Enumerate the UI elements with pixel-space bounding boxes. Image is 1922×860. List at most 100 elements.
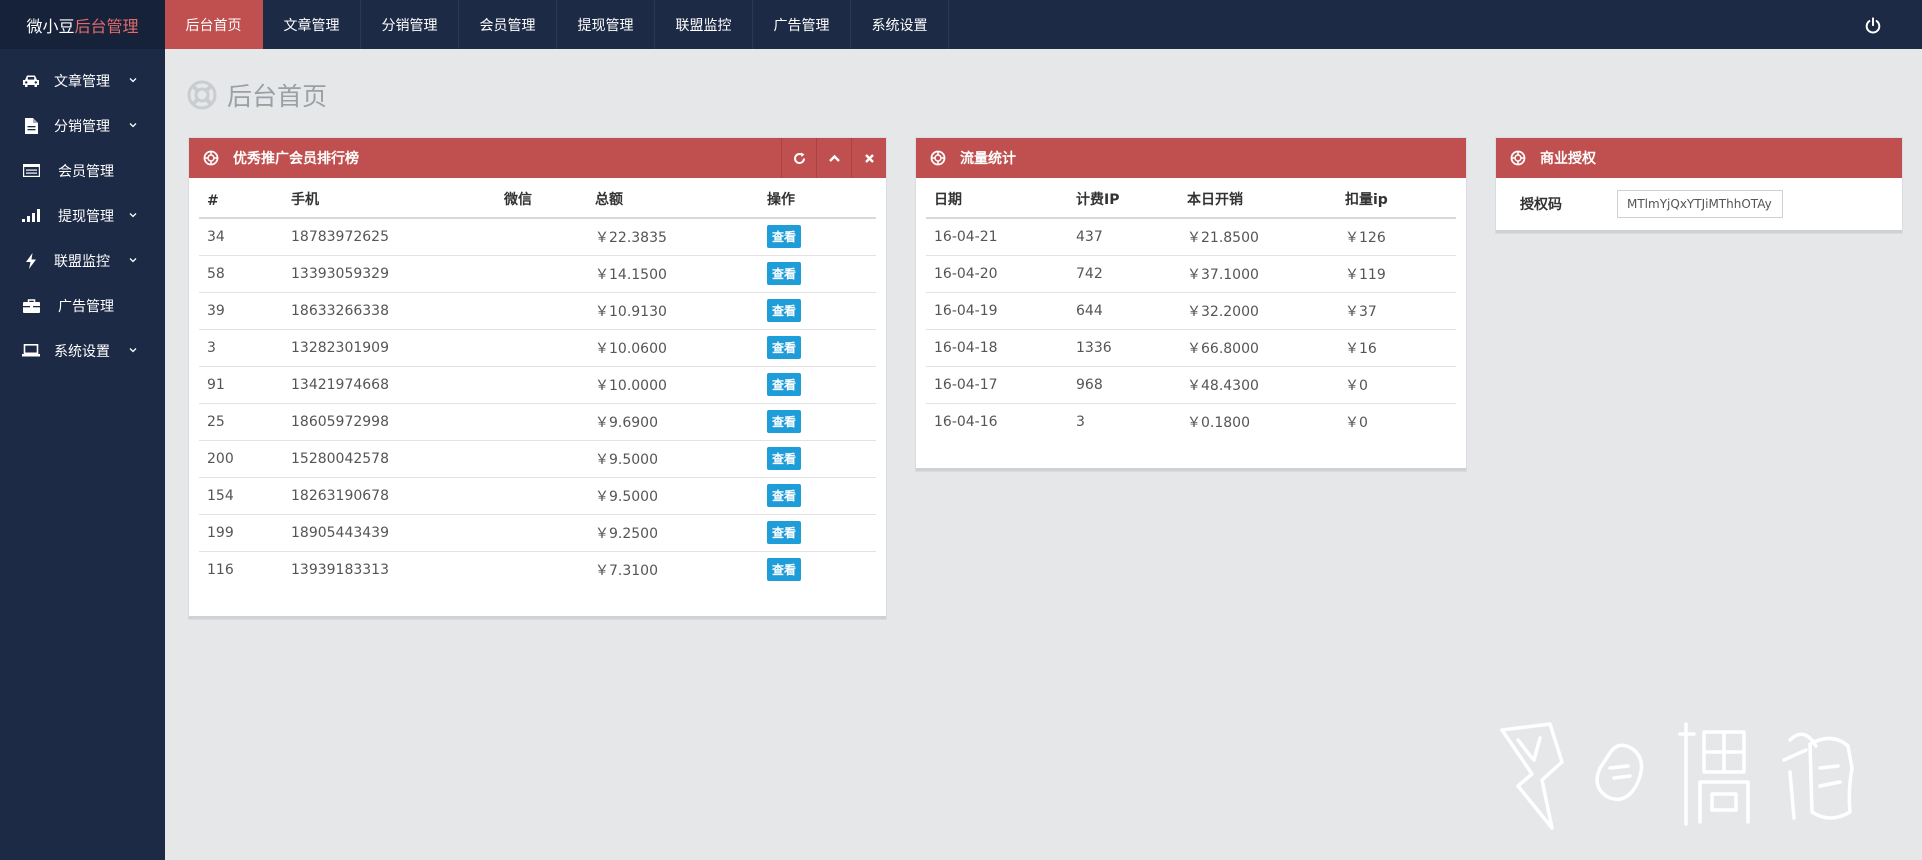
view-button[interactable]: 查看	[767, 447, 802, 470]
cell-phone: 15280042578	[283, 440, 504, 478]
lifebuoy-icon	[930, 150, 946, 166]
sidebar-item-members[interactable]: 会员管理	[0, 148, 165, 193]
topnav-label: 联盟监控	[675, 17, 732, 34]
ranking-panel: 优秀推广会员排行榜 # 手机 微信 总额 操作 34 18783972625 ￥…	[189, 138, 886, 619]
topnav-home[interactable]: 后台首页	[165, 0, 263, 49]
sidebar-item-settings[interactable]: 系统设置	[0, 328, 165, 373]
sidebar-item-alliance[interactable]: 联盟监控	[0, 238, 165, 283]
sidebar-item-label: 系统设置	[54, 343, 110, 360]
bolt-icon	[22, 252, 40, 269]
cell-total: ￥9.5000	[595, 477, 767, 515]
sidebar-item-withdraw[interactable]: 提现管理	[0, 193, 165, 238]
cell-action: 查看	[767, 218, 876, 256]
collapse-button[interactable]	[816, 138, 851, 178]
refresh-icon	[793, 152, 805, 164]
view-button[interactable]: 查看	[767, 558, 802, 582]
brand-logo[interactable]: 微小豆 后台管理	[0, 0, 165, 49]
watermark-logo	[1500, 722, 1854, 830]
power-icon[interactable]	[1864, 17, 1882, 35]
cell-cost: ￥0.1800	[1187, 414, 1250, 431]
topnav-members[interactable]: 会员管理	[459, 0, 557, 49]
topnav-articles[interactable]: 文章管理	[263, 0, 361, 49]
cell-wechat	[504, 255, 595, 293]
cell-id: 58	[199, 255, 283, 293]
close-button[interactable]	[851, 138, 886, 178]
cell-phone: 18633266338	[283, 292, 504, 330]
license-code-field[interactable]	[1617, 190, 1783, 218]
cell-total: ￥14.1500	[595, 255, 767, 293]
view-button[interactable]: 查看	[767, 484, 802, 507]
cell-cost: ￥32.2000	[1187, 292, 1345, 330]
cell-deduct: ￥0	[1345, 414, 1368, 431]
sidebar-item-distribution[interactable]: 分销管理	[0, 103, 165, 148]
view-button[interactable]: 查看	[767, 262, 802, 285]
cell-deduct: ￥0	[1345, 366, 1456, 404]
cell-cost: ￥66.8000	[1187, 329, 1345, 367]
table-row: 34 18783972625 ￥22.3835 查看	[199, 218, 876, 256]
cell-action: 查看	[767, 440, 876, 478]
cell-wechat	[504, 551, 595, 588]
panel-tools	[781, 138, 886, 178]
traffic-panel: 流量统计 日期 计费IP 本日开销 扣量ip 16-04-21 437 ￥21.85…	[916, 138, 1466, 471]
cell-wechat	[504, 403, 595, 441]
table-row: 199 18905443439 ￥9.2500 查看	[199, 514, 876, 552]
view-button[interactable]: 查看	[767, 336, 802, 359]
table-header-row: 日期 计费IP 本日开销 扣量ip	[926, 178, 1456, 219]
cell-id: 91	[199, 366, 283, 404]
cell-cost: ￥48.4300	[1187, 366, 1345, 404]
cell-total: ￥10.0000	[595, 366, 767, 404]
cell-total: ￥9.2500	[595, 514, 767, 552]
cell-id: 25	[199, 403, 283, 441]
table-row: 58 13393059329 ￥14.1500 查看	[199, 255, 876, 293]
sidebar-item-articles[interactable]: 文章管理	[0, 58, 165, 103]
cell-wechat	[504, 477, 595, 515]
refresh-button[interactable]	[781, 138, 816, 178]
view-button[interactable]: 查看	[767, 521, 802, 544]
cell-action: 查看	[767, 403, 876, 441]
cell-ip: 644	[1076, 292, 1187, 330]
traffic-table-wrap: 日期 计费IP 本日开销 扣量ip 16-04-21 437 ￥21.8500 ￥12…	[916, 178, 1466, 440]
topnav-settings[interactable]: 系统设置	[851, 0, 949, 49]
chevron-down-icon	[129, 348, 137, 353]
sidebar-item-label: 广告管理	[58, 298, 114, 315]
sidebar-item-ads[interactable]: 广告管理	[0, 283, 165, 328]
cell-total: ￥10.9130	[595, 292, 767, 330]
cell-phone: 18905443439	[283, 514, 504, 552]
view-button[interactable]: 查看	[767, 373, 802, 396]
cell-wechat	[504, 329, 595, 367]
laptop-icon	[22, 343, 40, 359]
panel-header: 流量统计	[916, 138, 1466, 178]
lifebuoy-icon	[203, 150, 219, 166]
topnav-withdraw[interactable]: 提现管理	[557, 0, 655, 49]
chevron-down-icon	[129, 258, 137, 263]
col-ip-header: 计费IP	[1076, 178, 1187, 219]
view-button[interactable]: 查看	[767, 299, 802, 322]
topnav-distribution[interactable]: 分销管理	[361, 0, 459, 49]
cell-phone: 18263190678	[283, 477, 504, 515]
sidebar-item-label: 分销管理	[54, 118, 110, 135]
cell-phone: 13939183313	[291, 561, 389, 578]
cell-total: ￥9.6900	[595, 403, 767, 441]
view-button[interactable]: 查看	[767, 225, 802, 249]
cell-wechat	[504, 366, 595, 404]
panel-header: 优秀推广会员排行榜	[189, 138, 886, 178]
cell-action: 查看	[767, 514, 876, 552]
topnav-label: 提现管理	[577, 17, 634, 34]
sidebar-item-label: 联盟监控	[54, 253, 110, 270]
chevron-up-icon	[828, 154, 840, 162]
list-icon	[22, 163, 40, 179]
col-action-header: 操作	[767, 178, 876, 219]
topnav-ads[interactable]: 广告管理	[753, 0, 851, 49]
topnav-label: 文章管理	[283, 17, 340, 34]
table-row: 16-04-18 1336 ￥66.8000 ￥16	[926, 329, 1456, 367]
cell-date: 16-04-17	[926, 366, 1076, 404]
file-icon	[22, 117, 40, 134]
table-row: 16-04-20 742 ￥37.1000 ￥119	[926, 255, 1456, 293]
col-wechat-header: 微信	[504, 178, 595, 219]
cell-id: 200	[199, 440, 283, 478]
view-button[interactable]: 查看	[767, 410, 802, 433]
cell-action: 查看	[767, 477, 876, 515]
topnav-alliance[interactable]: 联盟监控	[655, 0, 753, 49]
page-title: 后台首页	[187, 77, 327, 113]
lifebuoy-icon	[1510, 150, 1526, 166]
